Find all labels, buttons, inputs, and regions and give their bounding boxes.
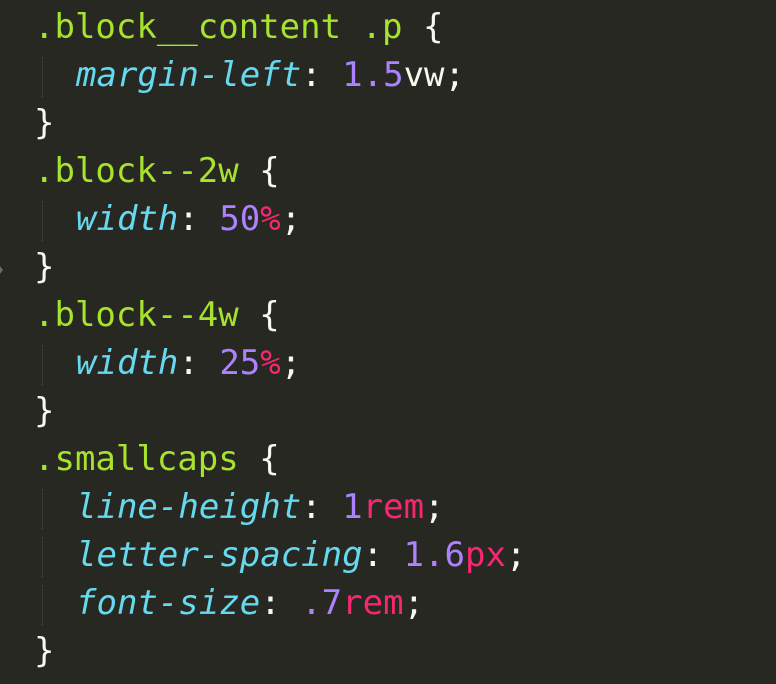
semicolon: ; — [280, 199, 302, 239]
css-property: margin-left — [76, 55, 302, 95]
code-line[interactable]: } — [0, 99, 776, 147]
indent-guide — [42, 537, 43, 577]
semicolon: ; — [424, 487, 445, 527]
css-selector: .block__content .p — [34, 7, 403, 47]
semicolon: ; — [403, 583, 425, 623]
css-number: 25 — [219, 343, 261, 383]
css-number: 1.6 — [403, 535, 465, 575]
css-unit: rem — [362, 487, 425, 527]
css-number: 1.5 — [342, 55, 404, 95]
css-property: width — [76, 343, 179, 383]
colon: : — [301, 55, 322, 95]
semicolon: ; — [505, 535, 527, 575]
code-line[interactable]: margin-left: 1.5vw; — [0, 51, 776, 99]
code-line[interactable]: width: 50%; — [0, 195, 776, 243]
css-unit: % — [260, 199, 281, 239]
code-line[interactable]: } — [0, 387, 776, 435]
colon: : — [260, 583, 281, 623]
semicolon: ; — [280, 343, 302, 383]
css-selector: .block--2w — [34, 151, 239, 191]
code-line[interactable]: .smallcaps { — [0, 435, 776, 483]
code-line[interactable]: line-height: 1rem; — [0, 483, 776, 531]
indent-guide — [42, 57, 43, 97]
colon: : — [362, 535, 384, 575]
code-line[interactable]: .block--2w { — [0, 147, 776, 195]
indent-guide — [42, 585, 43, 625]
css-unit: vw — [403, 55, 445, 95]
code-line[interactable]: .block__content .p { — [0, 3, 776, 51]
close-brace: } — [34, 103, 55, 143]
close-brace: } — [34, 247, 55, 287]
css-number: 1 — [342, 487, 363, 527]
css-unit: rem — [342, 583, 404, 623]
css-unit: % — [260, 343, 281, 383]
semicolon: ; — [444, 55, 465, 95]
css-property: width — [76, 199, 179, 239]
css-selector: .block--4w — [34, 295, 239, 335]
open-brace: { — [259, 295, 280, 335]
close-brace: } — [34, 391, 55, 431]
css-number: 50 — [219, 199, 261, 239]
open-brace: { — [259, 439, 280, 479]
css-property: letter-spacing — [76, 535, 363, 575]
css-property: line-height — [76, 487, 302, 527]
code-line[interactable]: font-size: .7rem; — [0, 579, 776, 627]
colon: : — [178, 199, 199, 239]
css-property: font-size — [76, 583, 261, 623]
css-selector: .smallcaps — [34, 439, 239, 479]
css-number: .7 — [301, 583, 343, 623]
indent-guide — [42, 489, 43, 529]
code-line[interactable]: } — [0, 243, 776, 291]
close-brace: } — [34, 631, 55, 671]
code-line[interactable]: .block--4w { — [0, 291, 776, 339]
colon: : — [301, 487, 322, 527]
code-line[interactable]: } — [0, 627, 776, 675]
colon: : — [178, 343, 199, 383]
indent-guide — [42, 345, 43, 385]
open-brace: { — [422, 7, 444, 47]
open-brace: { — [259, 151, 280, 191]
css-unit: px — [464, 535, 506, 575]
indent-guide — [42, 201, 43, 241]
code-line[interactable]: letter-spacing: 1.6px; — [0, 531, 776, 579]
code-line[interactable]: width: 25%; — [0, 339, 776, 387]
code-editor[interactable]: .block__content .p { margin-left: 1.5vw;… — [0, 0, 776, 684]
